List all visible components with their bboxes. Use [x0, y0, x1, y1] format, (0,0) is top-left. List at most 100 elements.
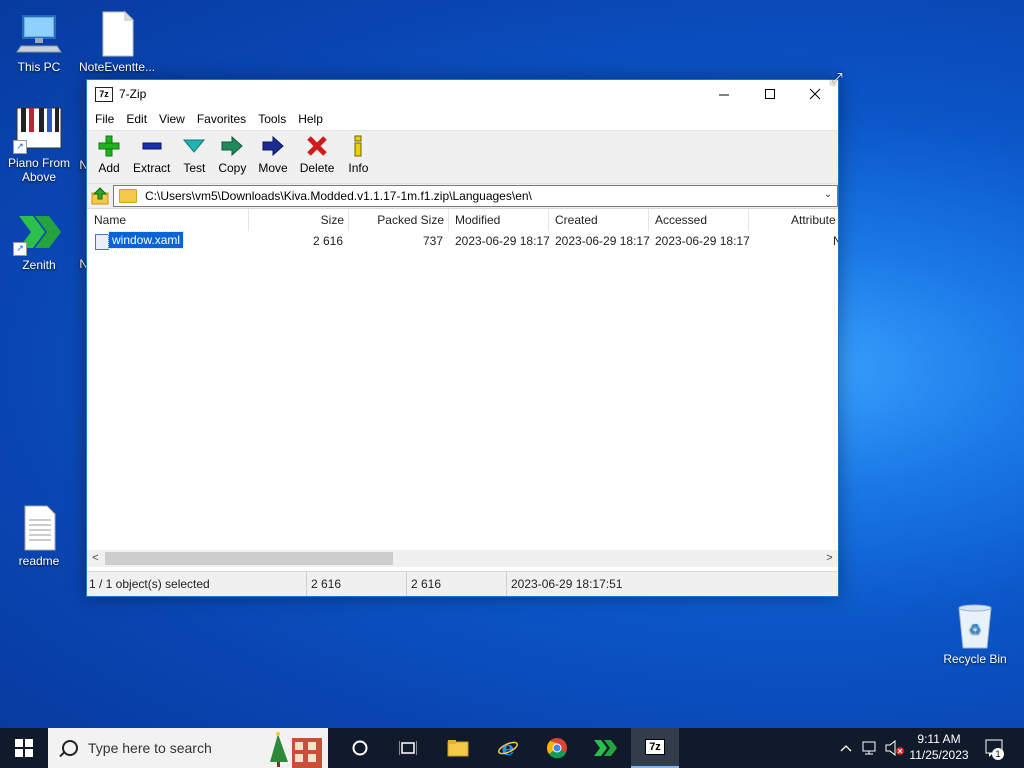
cortana-button[interactable] — [336, 728, 384, 768]
menu-favorites[interactable]: Favorites — [191, 112, 252, 126]
move-button[interactable]: Move — [252, 131, 293, 175]
7zip-taskbar-button[interactable]: 7z — [631, 728, 679, 768]
scroll-right-icon[interactable]: > — [821, 550, 838, 567]
column-name[interactable]: Name — [94, 209, 126, 231]
info-button[interactable]: Info — [340, 131, 376, 175]
maximize-button[interactable] — [747, 80, 793, 108]
svg-text:♻: ♻ — [969, 622, 982, 638]
internet-explorer-icon: e — [498, 737, 518, 759]
scrollbar-thumb[interactable] — [105, 552, 393, 565]
toolbar: Add Extract Test Copy Move Delete Info — [87, 130, 838, 184]
chevron-down-icon[interactable]: ⌄ — [821, 188, 835, 202]
file-modified: 2023-06-29 18:17 — [455, 234, 550, 248]
zenith-taskbar-button[interactable] — [582, 728, 630, 768]
column-packed-size[interactable]: Packed Size — [348, 209, 444, 231]
info-label: Info — [348, 161, 369, 175]
notification-badge: 1 — [992, 748, 1004, 760]
minimize-icon — [718, 94, 729, 95]
desktop-icon-label: N — [79, 257, 88, 271]
network-disconnected-icon — [862, 741, 876, 755]
up-folder-button[interactable] — [87, 185, 113, 207]
shortcut-arrow-icon: ↗ — [13, 242, 27, 256]
status-bar: 1 / 1 object(s) selected 2 616 2 616 202… — [87, 571, 838, 596]
address-input[interactable]: C:\Users\vm5\Downloads\Kiva.Modded.v1.1.… — [113, 185, 838, 207]
file-explorer-button[interactable] — [434, 728, 482, 768]
file-list: Name Size Packed Size Modified Created A… — [87, 209, 838, 562]
network-button[interactable] — [860, 728, 882, 768]
horizontal-scrollbar[interactable]: < > — [87, 550, 838, 567]
desktop-icon-piano-from-above[interactable]: ↗ Piano From Above — [1, 106, 77, 184]
plus-icon — [97, 134, 121, 158]
start-button[interactable] — [0, 728, 48, 768]
7zip-app-icon: 7z — [645, 739, 665, 755]
xaml-file-icon — [95, 234, 109, 250]
delete-button[interactable]: Delete — [294, 131, 341, 175]
desktop-icon-partial[interactable]: N — [48, 257, 88, 271]
clock[interactable]: 9:11 AM 11/25/2023 — [904, 731, 974, 763]
desktop-icon-label: NoteEventte... — [79, 60, 156, 74]
scroll-left-icon[interactable]: < — [87, 550, 104, 567]
menu-edit[interactable]: Edit — [120, 112, 153, 126]
desktop-icon-label: readme — [18, 554, 60, 568]
windows-logo-icon — [15, 739, 33, 757]
zenith-chevron-icon: ↗ — [13, 208, 63, 256]
document-icon — [93, 10, 141, 58]
add-button[interactable]: Add — [91, 131, 127, 175]
menu-bar: File Edit View Favorites Tools Help — [87, 108, 838, 130]
file-packed-size: 737 — [422, 234, 443, 248]
delete-label: Delete — [299, 161, 335, 175]
column-attributes[interactable]: Attribute — [748, 209, 836, 231]
up-folder-icon — [91, 187, 109, 205]
extract-label: Extract — [133, 161, 171, 175]
column-accessed[interactable]: Accessed — [648, 209, 707, 231]
move-label: Move — [258, 161, 288, 175]
status-date: 2023-06-29 18:17:51 — [506, 572, 622, 596]
status-selection: 1 / 1 object(s) selected — [89, 577, 210, 591]
title-bar[interactable]: 7z 7-Zip — [87, 80, 838, 108]
copy-button[interactable]: Copy — [212, 131, 252, 175]
volume-button[interactable] — [884, 728, 906, 768]
desktop-icon-this-pc[interactable]: This PC — [1, 10, 77, 74]
test-button[interactable]: Test — [176, 131, 212, 175]
desktop-icon-recycle-bin[interactable]: ♻ Recycle Bin — [937, 602, 1013, 666]
test-label: Test — [183, 161, 206, 175]
menu-help[interactable]: Help — [292, 112, 329, 126]
desktop-icon-noteeventte[interactable]: NoteEventte... — [79, 10, 155, 74]
move-arrow-icon — [261, 134, 285, 158]
column-modified[interactable]: Modified — [448, 209, 500, 231]
desktop-icon-readme[interactable]: readme — [1, 504, 77, 568]
table-row[interactable]: window.xaml 2 616 737 2023-06-29 18:17 2… — [87, 231, 838, 251]
extract-button[interactable]: Extract — [127, 131, 176, 175]
copy-arrow-icon — [220, 134, 244, 158]
minus-icon — [140, 134, 164, 158]
menu-view[interactable]: View — [153, 112, 191, 126]
show-hidden-icons-button[interactable] — [836, 728, 856, 768]
piano-icon: ↗ — [13, 106, 63, 154]
column-header-row: Name Size Packed Size Modified Created A… — [87, 209, 838, 232]
column-created[interactable]: Created — [548, 209, 598, 231]
desktop-icon-partial[interactable]: N — [48, 158, 88, 172]
clock-date: 11/25/2023 — [909, 748, 969, 762]
chrome-button[interactable] — [533, 728, 581, 768]
status-size: 2 616 — [306, 572, 406, 596]
action-center-button[interactable]: 1 — [980, 728, 1010, 768]
task-view-button[interactable] — [384, 728, 432, 768]
add-label: Add — [98, 161, 120, 175]
minimize-button[interactable] — [701, 80, 747, 108]
volume-muted-icon — [885, 740, 904, 756]
clock-time: 9:11 AM — [917, 732, 961, 746]
menu-tools[interactable]: Tools — [252, 112, 292, 126]
search-placeholder: Type here to search — [88, 740, 212, 756]
search-box[interactable]: Type here to search — [48, 728, 328, 768]
menu-file[interactable]: File — [89, 112, 120, 126]
file-accessed: 2023-06-29 18:17 — [655, 234, 750, 248]
desktop-icon-label: Recycle Bin — [943, 652, 1007, 666]
edge-button[interactable]: e — [484, 728, 532, 768]
file-attributes: N — [833, 234, 838, 248]
close-icon — [809, 88, 821, 100]
column-size[interactable]: Size — [248, 209, 344, 231]
file-name[interactable]: window.xaml — [107, 231, 185, 249]
holiday-tree-icon — [270, 732, 322, 768]
task-view-icon — [399, 741, 417, 755]
computer-icon — [15, 10, 63, 58]
